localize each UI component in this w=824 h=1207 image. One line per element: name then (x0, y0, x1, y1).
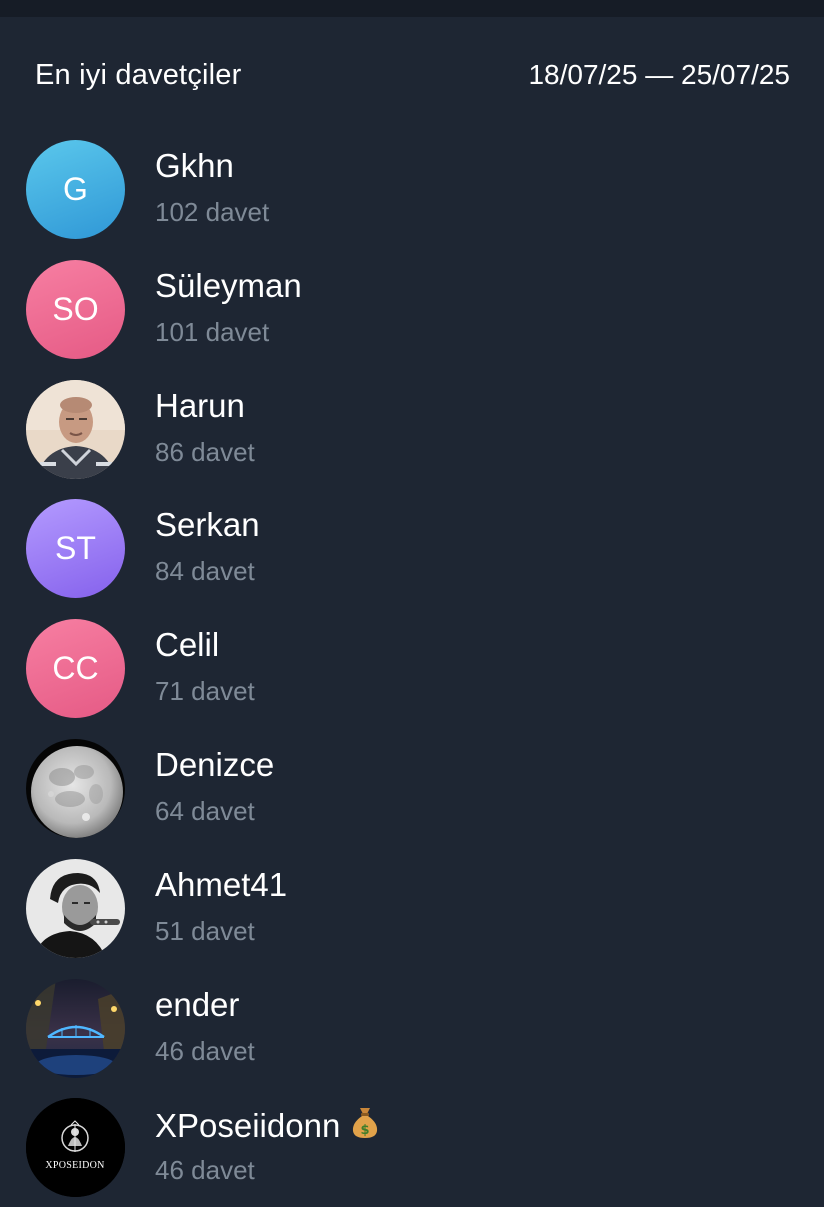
inviter-row[interactable]: Ahmet41 51 davet (0, 848, 824, 968)
inviter-name-text: XPoseiidonn (155, 1107, 341, 1145)
inviter-name: Celil (155, 626, 220, 664)
avatar: ST (26, 499, 125, 599)
inviter-row[interactable]: Harun 86 davet (0, 369, 824, 489)
invite-count: 71 davet (155, 676, 255, 707)
avatar: SO (26, 259, 125, 359)
inviter-row[interactable]: ender 46 davet (0, 968, 824, 1088)
avatar-initials: CC (52, 650, 99, 687)
invite-count: 86 davet (155, 436, 255, 467)
avatar-photo (26, 379, 125, 479)
leaderboard-header: En iyi davetçiler 18/07/25 — 25/07/25 (0, 17, 824, 132)
svg-text:$: $ (361, 1123, 370, 1138)
money-bag-icon: $ (350, 1105, 380, 1147)
avatar-photo (26, 978, 125, 1078)
invite-count: 64 davet (155, 795, 255, 826)
inviter-row[interactable]: G Gkhn 102 davet (0, 129, 824, 249)
full-moon-image (26, 738, 125, 838)
inviter-name: Gkhn (155, 147, 234, 184)
inviter-name: Serkan (155, 506, 260, 544)
inviter-row[interactable]: ST Serkan 84 davet (0, 488, 824, 608)
inviter-row[interactable]: XPOSEIDON XPoseiidonn $ 46 davet (0, 1087, 824, 1207)
inviter-row[interactable]: SO Süleyman 101 davet (0, 249, 824, 369)
xposeidon-logo-image: XPOSEIDON (26, 1098, 125, 1198)
date-range[interactable]: 18/07/25 — 25/07/25 (528, 59, 790, 91)
man-grayscale-image (26, 858, 125, 958)
invite-count: 46 davet (155, 1035, 255, 1066)
avatar-photo (26, 858, 125, 958)
inviter-name: Harun (155, 386, 245, 424)
avatar: CC (26, 619, 125, 719)
invite-count: 84 davet (155, 556, 255, 587)
inviter-name: ender (155, 985, 240, 1023)
night-bridge-image (26, 978, 125, 1078)
inviters-list: G Gkhn 102 davet SO Süleyman 101 davet H… (0, 129, 824, 1207)
avatar-initials: G (63, 171, 88, 207)
inviter-name: Süleyman (155, 266, 302, 304)
inviter-name: Ahmet41 (155, 865, 288, 903)
status-bar-strip (0, 0, 824, 17)
invite-count: 51 davet (155, 915, 255, 946)
inviter-name: Denizce (155, 745, 275, 783)
invite-count: 46 davet (155, 1155, 255, 1186)
avatar: G (26, 140, 125, 239)
avatar-logo: XPOSEIDON (26, 1098, 125, 1198)
invite-count: 101 davet (155, 316, 270, 347)
avatar-initials: SO (52, 290, 99, 327)
inviter-name: XPoseiidonn $ (155, 1105, 380, 1147)
inviter-row[interactable]: Denizce 64 davet (0, 728, 824, 848)
avatar-initials: ST (55, 530, 96, 567)
page-title: En iyi davetçiler (35, 59, 242, 91)
man-portrait-image (26, 379, 125, 479)
inviter-row[interactable]: CC Celil 71 davet (0, 608, 824, 728)
invite-count: 102 davet (155, 197, 270, 227)
logo-text: XPOSEIDON (45, 1160, 104, 1171)
avatar-photo (26, 738, 125, 838)
